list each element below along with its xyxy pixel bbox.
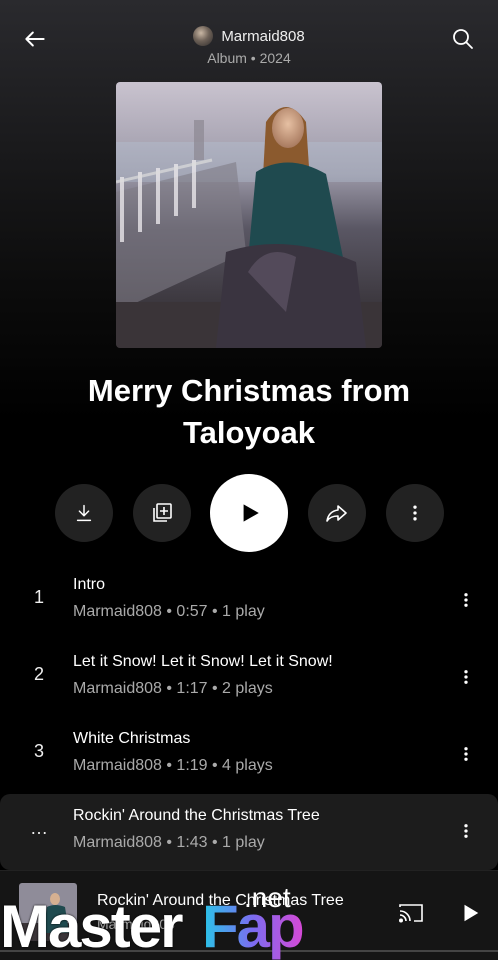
- add-to-library-icon: [153, 503, 172, 522]
- track-title: Rockin' Around the Christmas Tree: [73, 807, 320, 824]
- track-more-button[interactable]: [454, 739, 478, 769]
- track-subtitle: Marmaid808 • 1:43 • 1 play: [73, 834, 265, 851]
- track-number: 2: [33, 664, 44, 684]
- play-all-button[interactable]: [210, 474, 288, 552]
- cast-icon: [398, 904, 423, 923]
- track-more-button[interactable]: [454, 662, 478, 692]
- album-title: Merry Christmas from Taloyoak: [87, 373, 411, 450]
- artist-name: Marmaid808: [221, 27, 305, 45]
- search-icon: [453, 29, 473, 49]
- more-vert-icon: [464, 824, 468, 838]
- mini-player-progress[interactable]: [0, 950, 498, 952]
- share-button[interactable]: [308, 484, 366, 542]
- now-playing-indicator: …: [30, 818, 48, 838]
- track-row[interactable]: 1 Intro Marmaid808 • 0:57 • 1 play: [0, 563, 498, 639]
- mini-player-title: Rockin' Around the Christmas Tree: [97, 892, 344, 909]
- artist-avatar: [193, 26, 214, 46]
- action-row: [0, 474, 498, 552]
- track-row[interactable]: 2 Let it Snow! Let it Snow! Let it Snow!…: [0, 640, 498, 716]
- cast-button[interactable]: [396, 898, 426, 928]
- track-title: White Christmas: [73, 730, 191, 747]
- search-button[interactable]: [446, 22, 480, 56]
- track-subtitle: Marmaid808 • 1:17 • 2 plays: [73, 680, 273, 697]
- mini-player[interactable]: Rockin' Around the Christmas Tree Marmai…: [0, 870, 498, 960]
- track-more-button[interactable]: [454, 816, 478, 846]
- more-options-button[interactable]: [386, 484, 444, 542]
- track-more-button[interactable]: [454, 585, 478, 615]
- album-meta: Album • 2024: [207, 50, 291, 66]
- track-number: 1: [33, 587, 44, 607]
- download-button[interactable]: [55, 484, 113, 542]
- track-row[interactable]: 3 White Christmas Marmaid808 • 1:19 • 4 …: [0, 717, 498, 793]
- download-icon: [76, 504, 92, 522]
- more-vert-icon: [464, 670, 468, 684]
- play-icon: [464, 904, 479, 922]
- track-title: Let it Snow! Let it Snow! Let it Snow!: [73, 653, 333, 670]
- share-icon: [326, 505, 347, 522]
- track-subtitle: Marmaid808 • 0:57 • 1 play: [73, 603, 265, 620]
- mini-player-play-button[interactable]: [455, 898, 485, 928]
- mini-player-artist: Marmaid808: [97, 916, 175, 932]
- play-icon: [243, 504, 259, 522]
- more-vert-icon: [413, 505, 417, 521]
- album-cover: [116, 82, 382, 348]
- track-title: Intro: [73, 576, 106, 593]
- top-bar: Marmaid808 Album • 2024: [0, 0, 498, 80]
- track-row-now-playing[interactable]: … Rockin' Around the Christmas Tree Marm…: [0, 794, 498, 870]
- artist-link[interactable]: Marmaid808: [0, 26, 498, 46]
- mini-player-thumbnail: [19, 883, 77, 941]
- track-number: 3: [33, 741, 44, 761]
- more-vert-icon: [464, 593, 468, 607]
- save-to-library-button[interactable]: [133, 484, 191, 542]
- more-vert-icon: [464, 747, 468, 761]
- track-subtitle: Marmaid808 • 1:19 • 4 plays: [73, 757, 273, 774]
